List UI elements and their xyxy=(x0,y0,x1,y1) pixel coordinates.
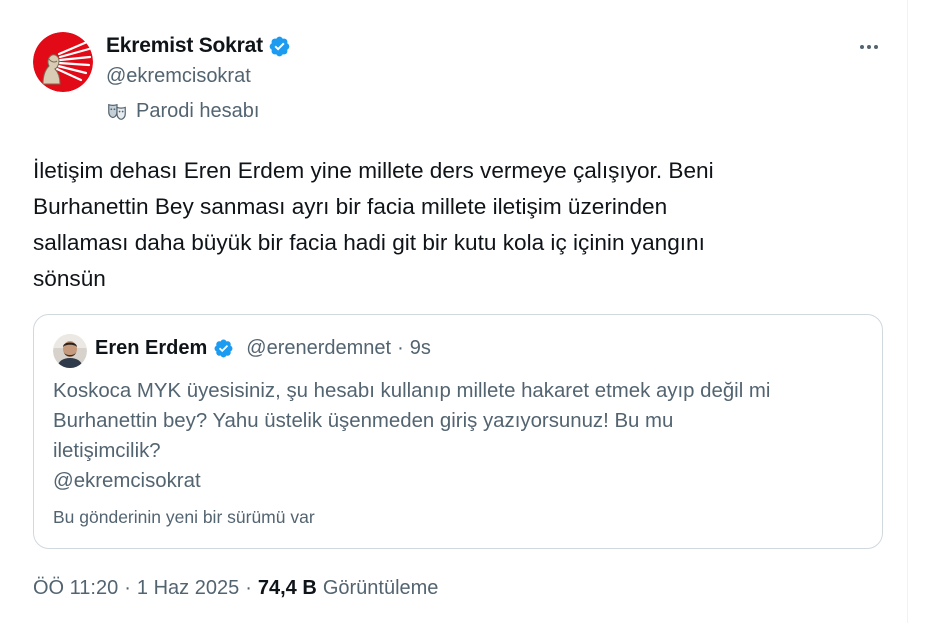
quoted-text-line: Koskoca MYK üyesisiniz, şu hesabı kullan… xyxy=(53,380,771,402)
separator-dot: · xyxy=(124,577,131,599)
tweet-text-line: İletişim dehası Eren Erdem yine millete … xyxy=(33,158,714,183)
parody-label-row: Parodi hesabı xyxy=(106,100,259,123)
tweet-meta: ÖÖ 11:20 · 1 Haz 2025 · 74,4 B Görüntüle… xyxy=(33,577,438,600)
views-count[interactable]: 74,4 B xyxy=(258,577,317,600)
author-handle[interactable]: @ekremcisokrat xyxy=(106,65,251,88)
separator-dot: · xyxy=(245,577,252,599)
tweet-text: İletişim dehası Eren Erdem yine millete … xyxy=(33,153,863,297)
separator-dot: · xyxy=(397,337,404,359)
verified-badge-icon[interactable] xyxy=(268,35,291,58)
new-version-note: Bu gönderinin yeni bir sürümü var xyxy=(53,507,315,527)
more-options-button[interactable] xyxy=(852,30,886,64)
tweet-date[interactable]: 1 Haz 2025 xyxy=(137,577,239,600)
quoted-tweet-card[interactable]: Eren Erdem @erenerdemnet · 9s Koskoca MY… xyxy=(33,314,883,549)
parody-label: Parodi hesabı xyxy=(136,100,260,122)
parody-mask-icon xyxy=(106,101,128,123)
timeline-border xyxy=(907,0,908,623)
verified-badge-icon[interactable] xyxy=(213,338,234,359)
quoted-tweet-time[interactable]: 9s xyxy=(410,337,431,360)
quoted-tweet-text: Koskoca MYK üyesisiniz, şu hesabı kullan… xyxy=(53,376,873,496)
quoted-tweet-header: Eren Erdem @erenerdemnet · 9s xyxy=(95,337,431,360)
quoted-author-handle[interactable]: @erenerdemnet xyxy=(246,337,391,360)
views-label[interactable]: Görüntüleme xyxy=(323,577,439,600)
tweet-time[interactable]: ÖÖ 11:20 xyxy=(33,577,118,600)
tweet-text-line: sallaması daha büyük bir facia hadi git … xyxy=(33,230,705,255)
author-avatar-image xyxy=(33,32,93,92)
more-horizontal-icon xyxy=(860,45,878,49)
quoted-mention: @ekremcisokrat xyxy=(53,470,201,492)
author-name[interactable]: Ekremist Sokrat xyxy=(106,34,263,58)
tweet-text-line: sönsün xyxy=(33,266,106,291)
quoted-author-name[interactable]: Eren Erdem xyxy=(95,337,207,360)
quoted-author-avatar[interactable] xyxy=(53,334,87,368)
tweet-text-line: Burhanettin Bey sanması ayrı bir facia m… xyxy=(33,194,668,219)
quoted-text-line: iletişimcilik? xyxy=(53,440,161,462)
quoted-text-line: Burhanettin bey? Yahu üstelik üşenmeden … xyxy=(53,410,674,432)
author-avatar[interactable] xyxy=(33,32,93,92)
author-name-row: Ekremist Sokrat xyxy=(106,34,291,58)
